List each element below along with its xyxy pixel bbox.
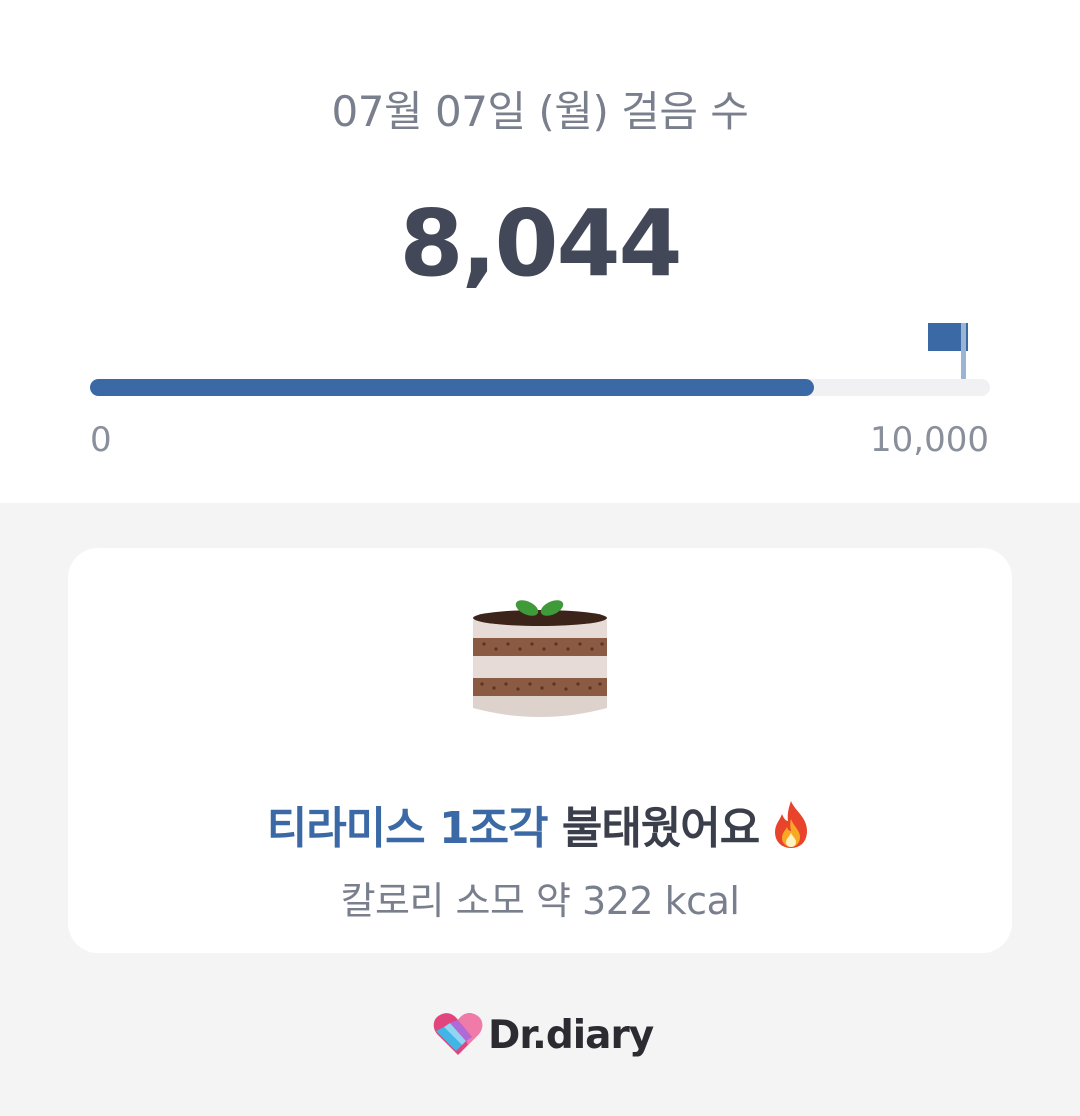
burn-message: 티라미스 1조각 불태웠어요: [68, 792, 1012, 856]
goal-flag-icon: [928, 323, 968, 379]
calorie-text: 칼로리 소모 약 322 kcal: [340, 879, 740, 923]
progress-min-label: 0: [90, 420, 112, 460]
step-progress-bar: [90, 379, 990, 396]
fire-icon: [775, 801, 808, 848]
brand-name: Dr.diary: [488, 1012, 654, 1058]
date-title: 07월 07일 (월) 걸음 수: [331, 87, 749, 136]
brand-footer: Dr.diary: [432, 1010, 654, 1060]
heart-logo-icon: [433, 1013, 483, 1055]
step-count: 8,044: [399, 190, 682, 297]
step-progress-fill: [90, 379, 814, 396]
food-name: 티라미스 1조각: [266, 803, 549, 854]
steps-summary-panel: 07월 07일 (월) 걸음 수 8,044 0 10,000: [0, 0, 1080, 503]
burn-text: 불태웠어요: [547, 803, 760, 854]
tiramisu-cake-icon: [473, 600, 607, 717]
progress-max-label: 10,000: [870, 420, 989, 460]
calorie-card: 티라미스 1조각 불태웠어요 칼로리 소모 약 322 kcal: [68, 548, 1012, 953]
